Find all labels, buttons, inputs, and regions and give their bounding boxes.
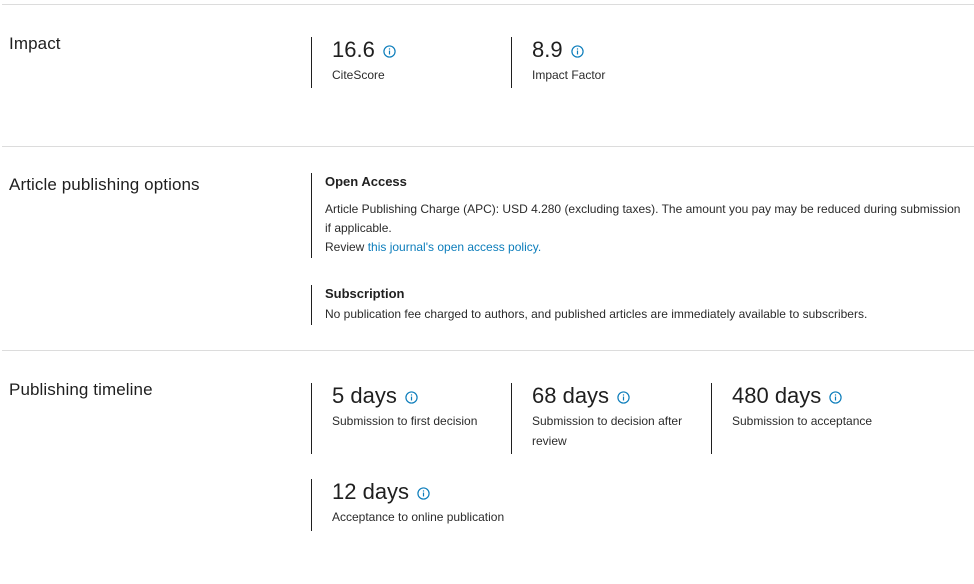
metric-label: Submission to decision after review	[532, 414, 683, 448]
metric-label: CiteScore	[332, 68, 385, 82]
info-circle-icon[interactable]	[383, 44, 396, 58]
info-circle-icon[interactable]	[405, 390, 418, 404]
metric-value: 8.9	[532, 37, 563, 62]
metric-label: Impact Factor	[532, 68, 606, 82]
info-circle-icon[interactable]	[617, 390, 630, 404]
divider-top	[2, 4, 974, 5]
impact-section-title: Impact	[9, 34, 61, 53]
metric-value: 16.6	[332, 37, 375, 62]
timeline-metric-online-publication: 12 days Acceptance to online publication	[311, 479, 551, 531]
subscription-description: No publication fee charged to authors, a…	[325, 307, 868, 321]
open-access-review: Review this journal's open access policy…	[325, 238, 966, 257]
metric-value: 68 days	[532, 383, 610, 408]
divider-impact	[2, 146, 974, 147]
metric-label: Submission to acceptance	[732, 414, 873, 428]
divider-publishing-options	[2, 350, 974, 351]
timeline-metric-acceptance: 480 days Submission to acceptance	[711, 383, 911, 454]
timeline-metric-decision-after-review: 68 days Submission to decision after rev…	[511, 383, 711, 454]
metric-impact-factor: 8.9 Impact Factor	[511, 37, 605, 88]
metric-value: 5 days	[332, 383, 397, 408]
publishing-timeline-title: Publishing timeline	[9, 380, 153, 399]
open-access-description: Article Publishing Charge (APC): USD 4.2…	[325, 202, 961, 235]
subscription-heading: Subscription	[325, 286, 405, 301]
metric-label: Acceptance to online publication	[332, 510, 505, 524]
open-access-block: Open Access Article Publishing Charge (A…	[311, 173, 966, 258]
publishing-options-title: Article publishing options	[9, 175, 200, 194]
metric-citescore: 16.6 CiteScore	[311, 37, 396, 88]
open-access-policy-link[interactable]: this journal's open access policy.	[368, 240, 542, 254]
metric-value: 480 days	[732, 383, 822, 408]
info-circle-icon[interactable]	[417, 486, 430, 500]
metric-label: Submission to first decision	[332, 414, 478, 428]
timeline-metric-first-decision: 5 days Submission to first decision	[311, 383, 511, 454]
info-circle-icon[interactable]	[829, 390, 842, 404]
review-prefix: Review	[325, 240, 368, 254]
subscription-block: Subscription No publication fee charged …	[311, 285, 966, 325]
info-circle-icon[interactable]	[570, 44, 584, 58]
open-access-heading: Open Access	[325, 174, 407, 189]
metric-value: 12 days	[332, 479, 410, 504]
